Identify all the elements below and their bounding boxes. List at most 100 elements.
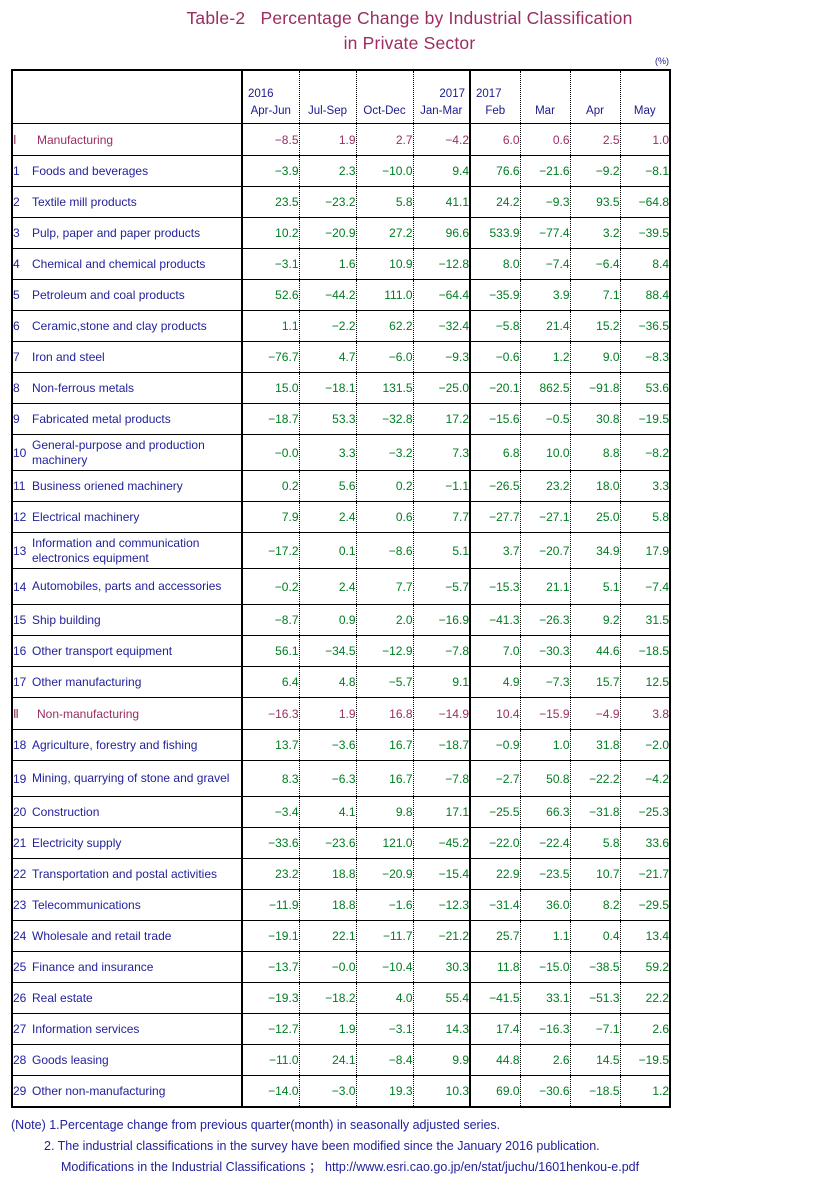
value-cell: 2.4: [299, 568, 357, 605]
value-cell: −41.5: [470, 982, 521, 1014]
row-number: 9: [13, 412, 20, 426]
value-cell: −35.9: [470, 279, 521, 311]
value-cell: 13.4: [620, 920, 670, 952]
value-cell: −34.5: [299, 635, 357, 667]
value-cell: −22.0: [470, 827, 521, 859]
row-label-text: Finance and insurance: [32, 960, 154, 974]
row-label-cell: 7 Iron and steel: [12, 341, 243, 373]
value-cell: −14.9: [413, 697, 471, 730]
value-cell: −20.9: [356, 858, 414, 890]
table-head: 2016 Apr-Jun Jul-Sep Oct-Dec 2017 Jan-Mar 20…: [12, 70, 670, 124]
value-cell: 4.9: [470, 666, 521, 698]
value-cell: 27.2: [356, 217, 414, 249]
value-cell: 9.0: [570, 341, 621, 373]
value-cell: 6.4: [242, 666, 300, 698]
value-cell: 1.0: [520, 729, 571, 761]
value-cell: 1.6: [299, 248, 357, 280]
value-cell: 12.5: [620, 666, 670, 698]
page-title: Table-2 Percentage Change by Industrial …: [0, 0, 819, 56]
row-number: 5: [13, 288, 20, 302]
value-cell: 17.2: [413, 403, 471, 435]
value-cell: −4.2: [413, 123, 471, 156]
row-label-text: Non-manufacturing: [37, 706, 140, 721]
row-label-cell: 24 Wholesale and retail trade: [12, 920, 243, 952]
column-header-period: Mar: [535, 105, 555, 117]
value-cell: −11.7: [356, 920, 414, 952]
value-cell: −12.3: [413, 889, 471, 921]
row-label-text: Manufacturing: [37, 132, 114, 147]
value-cell: −5.8: [470, 310, 521, 342]
value-cell: −0.2: [242, 568, 300, 605]
row-label-cell: 9 Fabricated metal products: [12, 403, 243, 435]
table-row: 22 Transportation and postal activities 23…: [12, 858, 670, 890]
row-number: 29: [13, 1084, 27, 1098]
value-cell: 93.5: [570, 186, 621, 218]
value-cell: −2.0: [620, 729, 670, 761]
value-cell: 14.5: [570, 1044, 621, 1076]
value-cell: 1.9: [299, 123, 357, 156]
row-number: 6: [13, 319, 20, 333]
value-cell: 16.8: [356, 697, 414, 730]
row-label-text: Goods leasing: [32, 1053, 109, 1067]
row-label-cell: 29 Other non-manufacturing: [12, 1075, 243, 1107]
row-number: 12: [13, 510, 27, 524]
value-cell: 53.3: [299, 403, 357, 435]
value-cell: 5.8: [570, 827, 621, 859]
value-cell: 1.1: [520, 920, 571, 952]
value-cell: 11.8: [470, 951, 521, 983]
value-cell: 31.8: [570, 729, 621, 761]
table-row: 16 Other transport equipment 56.1 −34.5 −12.…: [12, 635, 670, 667]
column-header-period: Apr: [586, 105, 604, 117]
row-label-cell: 14 Automobiles, parts and accessories: [12, 568, 243, 605]
value-cell: 15.7: [570, 666, 621, 698]
value-cell: −23.5: [520, 858, 571, 890]
row-number: 15: [13, 613, 27, 627]
value-cell: −25.5: [470, 796, 521, 828]
value-cell: 55.4: [413, 982, 471, 1014]
value-cell: 34.9: [570, 532, 621, 569]
value-cell: 2.0: [356, 604, 414, 636]
value-cell: 2.7: [356, 123, 414, 156]
value-cell: −15.9: [520, 697, 571, 730]
table-body: Ⅰ Manufacturing −8.5 1.9 2.7 −4.2 6.0 0.6 2.5 1.0…: [12, 123, 670, 1107]
row-label-text: General-purpose and production machinery: [32, 437, 205, 467]
row-label-text: Petroleum and coal products: [32, 288, 185, 302]
row-label-text: Real estate: [32, 991, 93, 1005]
value-cell: −64.4: [413, 279, 471, 311]
row-label-cell: 1 Foods and beverages: [12, 155, 243, 187]
value-cell: 5.8: [356, 186, 414, 218]
value-cell: 9.8: [356, 796, 414, 828]
value-cell: −16.3: [242, 697, 300, 730]
column-header-may: May: [620, 70, 670, 124]
row-label-cell: 6 Ceramic,stone and clay products: [12, 310, 243, 342]
row-label-text: Agriculture, forestry and fishing: [32, 738, 198, 752]
row-label-cell: 28 Goods leasing: [12, 1044, 243, 1076]
page-title-line-1: Table-2 Percentage Change by Industrial …: [186, 8, 633, 28]
row-label-cell: 23 Telecommunications: [12, 889, 243, 921]
value-cell: −15.0: [520, 951, 571, 983]
value-cell: −18.5: [570, 1075, 621, 1107]
row-number: 18: [13, 738, 27, 752]
value-cell: −3.1: [356, 1013, 414, 1045]
value-cell: 4.1: [299, 796, 357, 828]
value-cell: −18.1: [299, 372, 357, 404]
value-cell: 7.1: [570, 279, 621, 311]
table-row: 7 Iron and steel −76.7 4.7 −6.0 −9.3 −0.6 1.2 9.…: [12, 341, 670, 373]
value-cell: −30.6: [520, 1075, 571, 1107]
value-cell: 1.9: [299, 1013, 357, 1045]
value-cell: 7.3: [413, 434, 471, 471]
value-cell: 16.7: [356, 760, 414, 797]
table-row: 23 Telecommunications −11.9 18.8 −1.6 −12.3 −3…: [12, 889, 670, 921]
row-label-text: Other manufacturing: [32, 675, 142, 689]
value-cell: 69.0: [470, 1075, 521, 1107]
table-row: 9 Fabricated metal products −18.7 53.3 −32.8…: [12, 403, 670, 435]
value-cell: 0.4: [570, 920, 621, 952]
value-cell: −16.3: [520, 1013, 571, 1045]
row-number: 3: [13, 226, 20, 240]
table-row: 4 Chemical and chemical products −3.1 1.6 10…: [12, 248, 670, 280]
value-cell: 2.3: [299, 155, 357, 187]
column-header-period: Oct-Dec: [363, 105, 406, 117]
value-cell: 1.1: [242, 310, 300, 342]
value-cell: −64.8: [620, 186, 670, 218]
value-cell: 18.8: [299, 889, 357, 921]
